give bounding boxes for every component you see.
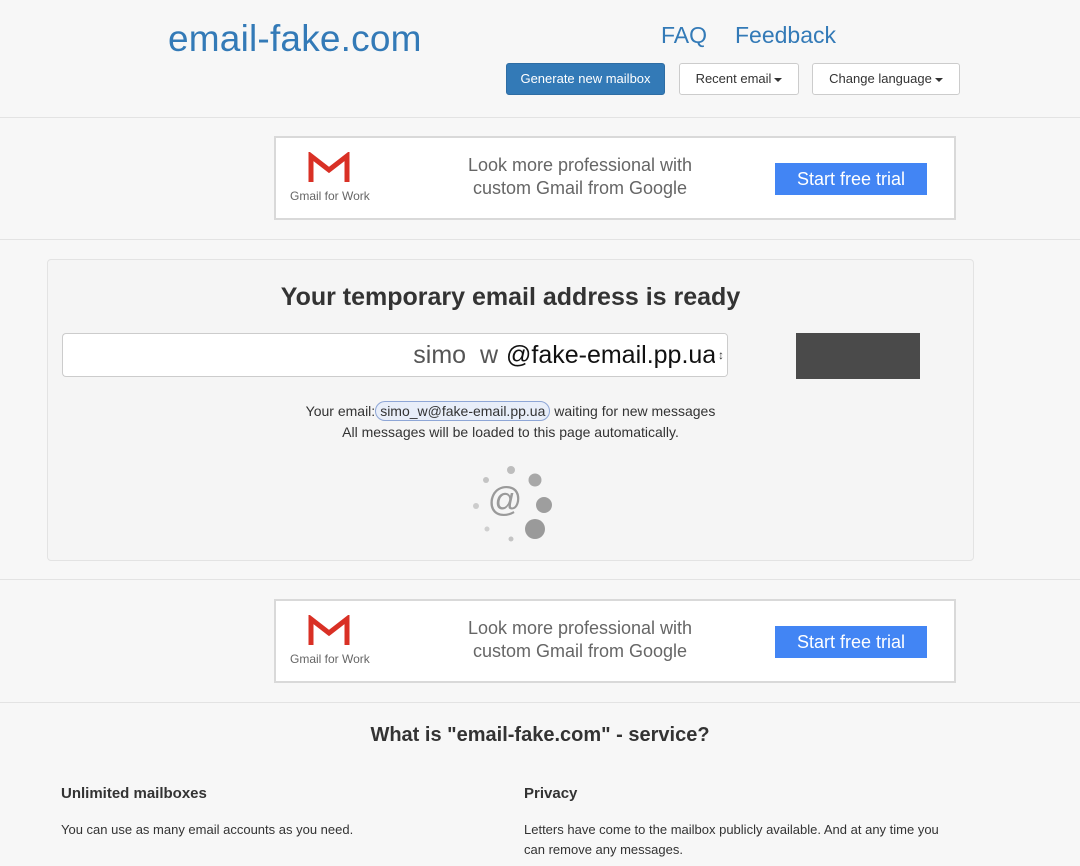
change-language-dropdown[interactable]: Change language bbox=[812, 63, 960, 95]
status-line: Your email: simo_w@fake-email.pp.ua waiti… bbox=[48, 400, 973, 422]
faq-link[interactable]: FAQ bbox=[661, 22, 707, 49]
select-arrows-icon: ↕ bbox=[715, 334, 727, 376]
loading-spinner-icon: @ bbox=[473, 466, 552, 542]
start-free-trial-button[interactable]: Start free trial bbox=[775, 626, 927, 658]
status-suffix: waiting for new messages bbox=[554, 403, 716, 419]
ad-brand: Gmail for Work bbox=[290, 189, 370, 203]
domain-select[interactable]: @fake-email.pp.ua ↕ bbox=[504, 333, 728, 377]
caret-down-icon bbox=[934, 77, 943, 82]
domain-select-value: @fake-email.pp.ua bbox=[506, 341, 717, 369]
ad-text: Look more professional with custom Gmail… bbox=[467, 618, 693, 661]
ad-text: Look more professional with custom Gmail… bbox=[467, 155, 693, 198]
current-email-badge[interactable]: simo_w@fake-email.pp.ua bbox=[375, 401, 551, 421]
panel-title: Your temporary email address is ready bbox=[280, 283, 741, 311]
start-free-trial-button[interactable]: Start free trial bbox=[775, 163, 927, 195]
section-divider bbox=[0, 702, 1080, 703]
status-prefix: Your email: bbox=[305, 403, 376, 419]
recent-email-dropdown[interactable]: Recent email bbox=[679, 63, 799, 95]
generate-mailbox-button[interactable]: Generate new mailbox bbox=[506, 63, 665, 95]
username-input[interactable] bbox=[62, 333, 506, 377]
ad-banner-bottom[interactable]: Gmail for Work Look more professional wi… bbox=[274, 599, 956, 683]
feature-title: Unlimited mailboxes bbox=[61, 785, 207, 802]
loader-at-symbol: @ bbox=[488, 481, 523, 519]
site-logo[interactable]: email-fake.com bbox=[168, 18, 422, 60]
section-divider bbox=[0, 579, 1080, 580]
service-section-title: What is "email-fake.com" - service? bbox=[370, 724, 710, 746]
feature-text: Letters have come to the mailbox publicl… bbox=[524, 822, 939, 857]
auto-load-note: All messages will be loaded to this page… bbox=[342, 424, 679, 440]
ad-banner-top[interactable]: Gmail for Work Look more professional wi… bbox=[274, 136, 956, 220]
change-language-label: Change language bbox=[829, 71, 932, 86]
feature-title: Privacy bbox=[524, 785, 578, 802]
gmail-logo-icon bbox=[308, 615, 350, 645]
feedback-link[interactable]: Feedback bbox=[735, 22, 836, 49]
gmail-logo-icon bbox=[308, 152, 350, 182]
ad-brand: Gmail for Work bbox=[290, 652, 370, 666]
header-divider bbox=[0, 117, 1080, 118]
recent-email-label: Recent email bbox=[695, 71, 772, 86]
redacted-block bbox=[796, 333, 920, 379]
generate-mailbox-label: Generate new mailbox bbox=[520, 71, 651, 86]
section-divider bbox=[0, 239, 1080, 240]
mailbox-panel: Your temporary email address is ready @f… bbox=[47, 259, 974, 561]
feature-text: You can use as many email accounts as yo… bbox=[61, 822, 354, 837]
caret-down-icon bbox=[774, 77, 783, 82]
